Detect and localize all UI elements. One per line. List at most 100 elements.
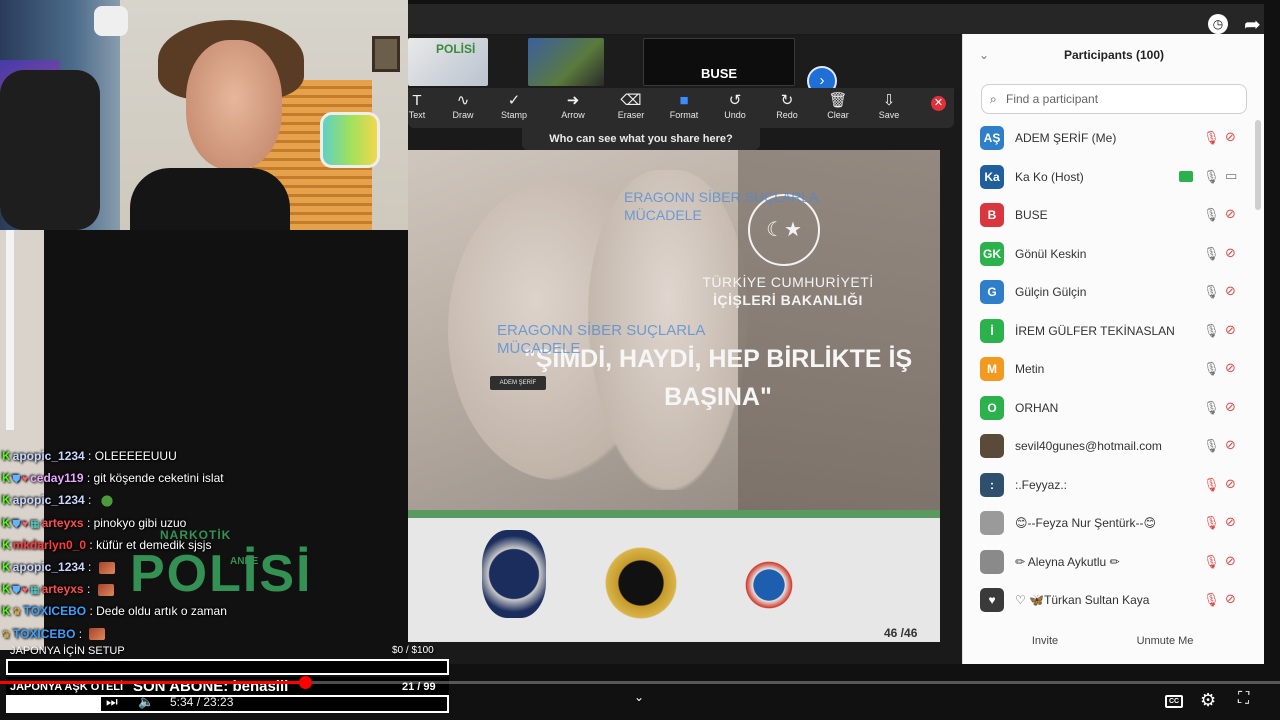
save-icon: ⇩ — [882, 92, 896, 109]
mic-muted-icon[interactable]: 🎙 — [1203, 477, 1220, 493]
chat-text: Dede oldu artık o zaman — [96, 604, 227, 619]
thumbnail-participant[interactable] — [528, 38, 604, 86]
fullscreen-icon[interactable]: ⛶ — [1238, 690, 1249, 708]
chat-emote-icon — [98, 495, 115, 508]
tool-stamp[interactable]: ✓ Stamp — [489, 92, 539, 120]
participant-row[interactable]: Ka Ka Ko (Host) 🎙 ▭ — [963, 159, 1255, 197]
camera-off-icon[interactable]: ⊘ — [1225, 437, 1236, 453]
unmute-me-button[interactable]: Unmute Me — [1125, 630, 1205, 652]
camera-off-icon[interactable]: ⊘ — [1225, 129, 1236, 145]
chat-message: K ⛊ ♥ ceday119 : git köşende ceketini islat — [2, 468, 422, 488]
who-can-see-banner[interactable]: Who can see what you share here? — [522, 128, 760, 150]
academy-emblem-icon — [742, 558, 796, 612]
watch-later-icon[interactable]: ◷ — [1208, 14, 1228, 34]
mic-icon[interactable]: 🎙 — [1203, 438, 1220, 454]
find-participant-box[interactable]: ⌕ — [981, 84, 1247, 114]
volume-icon[interactable]: 🔈 — [138, 694, 154, 710]
participant-row[interactable]: M Metin 🎙 ⊘ — [963, 351, 1255, 389]
chat-emote-icon — [89, 628, 106, 641]
participant-row[interactable]: 😊--Feyza Nur Şentürk--😊 🎙 ⊘ — [963, 505, 1255, 543]
mic-icon[interactable]: 🎙 — [1203, 400, 1220, 416]
stamp-icon: ✓ — [507, 92, 521, 109]
tool-format[interactable]: ■ Format — [659, 92, 709, 120]
camera-off-icon[interactable]: ⊘ — [1225, 476, 1236, 492]
settings-gear-icon[interactable]: ⚙ — [1200, 690, 1216, 711]
mic-icon[interactable]: 🎙 — [1203, 207, 1220, 223]
thumbnail-active-speaker[interactable]: BUSE — [643, 38, 795, 86]
camera-off-icon[interactable]: ⊘ — [1225, 245, 1236, 261]
participant-row[interactable]: G Gülçin Gülçin 🎙 ⊘ — [963, 274, 1255, 312]
camera-off-icon[interactable]: ⊘ — [1225, 553, 1236, 569]
camera-off-icon[interactable]: ⊘ — [1225, 206, 1236, 222]
mic-muted-icon[interactable]: 🎙 — [1203, 130, 1220, 146]
tool-arrow[interactable]: ➜ Arrow — [548, 92, 598, 120]
participant-name: BUSE — [1015, 208, 1048, 222]
shared-slide: ☾★ TÜRKİYE CUMHURİYETİ İÇİŞLERİ BAKANLIĞ… — [408, 150, 940, 642]
police-badge-icon — [482, 530, 546, 618]
participant-row[interactable]: ✏ Aleyna Aykutlu ✏ 🎙 ⊘ — [963, 544, 1255, 582]
camera-off-icon[interactable]: ⊘ — [1225, 591, 1236, 607]
share-icon[interactable]: ➦ — [1244, 12, 1261, 37]
video-progress-bar[interactable] — [0, 676, 1280, 689]
participant-avatar: M — [980, 357, 1004, 381]
chevron-down-icon[interactable]: ⌄ — [634, 690, 644, 704]
mic-muted-icon[interactable]: 🎙 — [1203, 554, 1220, 570]
participants-scrollbar[interactable] — [1255, 120, 1261, 210]
thumbnail-polisi[interactable]: POLİSİ — [408, 38, 488, 86]
camera-off-icon[interactable]: ⊘ — [1225, 360, 1236, 376]
tool-clear[interactable]: 🗑 Clear — [813, 92, 863, 120]
chat-badge-icon: K — [2, 471, 11, 486]
camera-off-icon[interactable]: ⊘ — [1225, 322, 1236, 338]
participant-name: sevil40gunes@hotmail.com — [1015, 439, 1162, 453]
chat-message: K ♛ TOXICEBO : Dede oldu artık o zaman — [2, 601, 422, 621]
chat-username: ceday119 — [30, 471, 84, 486]
participant-name: Metin — [1015, 362, 1045, 376]
slide-page-number: 46 /46 — [884, 626, 918, 640]
tool-save[interactable]: ⇩ Save — [864, 92, 914, 120]
participant-row[interactable]: ::.Feyyaz.: 🎙 ⊘ — [963, 467, 1255, 505]
tool-arrow-label: Arrow — [561, 110, 585, 120]
camera-off-icon[interactable]: ⊘ — [1225, 514, 1236, 530]
active-speaker-name: BUSE — [700, 66, 738, 81]
mic-icon[interactable]: 🎙 — [1203, 169, 1220, 185]
thumbnail-polisi-text: POLİSİ — [436, 42, 476, 56]
camera-off-icon[interactable]: ⊘ — [1225, 283, 1236, 299]
trash-icon: 🗑 — [828, 92, 848, 109]
participant-name: Gülçin Gülçin — [1015, 285, 1087, 299]
tool-draw[interactable]: ∿ Draw — [438, 92, 488, 120]
mic-muted-icon[interactable]: 🎙 — [1203, 515, 1220, 531]
participant-row[interactable]: AŞ ADEM ŞERİF (Me) 🎙 ⊘ — [963, 120, 1255, 158]
tool-undo-label: Undo — [724, 110, 746, 120]
meeting-title-bar — [408, 4, 1264, 34]
mic-icon[interactable]: 🎙 — [1203, 361, 1220, 377]
participant-row[interactable]: ♥ ♡ 🦋Türkan Sultan Kaya 🎙 ⊘ — [963, 582, 1255, 616]
mic-icon[interactable]: 🎙 — [1203, 323, 1220, 339]
chat-message: Kapopic_1234 : — [2, 490, 422, 510]
tool-undo[interactable]: ↺ Undo — [710, 92, 760, 120]
invite-button[interactable]: Invite — [1015, 630, 1075, 652]
mic-icon[interactable]: 🎙 — [1203, 246, 1220, 262]
close-annotation-button[interactable]: ✕ — [931, 96, 946, 111]
mic-muted-icon[interactable]: 🎙 — [1203, 592, 1220, 608]
participant-name: Gönül Keskin — [1015, 246, 1087, 261]
next-video-icon[interactable]: ⏭ — [106, 694, 118, 710]
captions-button[interactable]: CC — [1165, 695, 1183, 708]
participant-row[interactable]: sevil40gunes@hotmail.com 🎙 ⊘ — [963, 428, 1255, 466]
chat-badge-icon: ♥ — [22, 585, 29, 597]
video-scrubber-handle[interactable] — [298, 676, 312, 689]
tool-eraser[interactable]: ⌫ Eraser — [606, 92, 656, 120]
camera-icon[interactable]: ▭ — [1225, 168, 1237, 184]
participant-row[interactable]: B BUSE 🎙 ⊘ — [963, 197, 1255, 235]
participant-avatar: İ — [980, 318, 1004, 343]
meeting-window: POLİSİ BUSE › T Text ∿ Draw ✓ Stamp ➜ Arrow … — [408, 4, 1264, 664]
tool-stamp-label: Stamp — [500, 110, 527, 120]
participant-row[interactable]: GK Gönül Keskin 🎙 ⊘ — [963, 236, 1255, 274]
participant-row[interactable]: İ İREM GÜLFER TEKİNASLAN 🎙 ⊘ — [963, 313, 1255, 351]
mic-icon[interactable]: 🎙 — [1203, 284, 1220, 300]
video-stage[interactable]: POLİSİ BUSE › T Text ∿ Draw ✓ Stamp ➜ Arrow … — [0, 0, 1280, 720]
camera-off-icon[interactable]: ⊘ — [1225, 399, 1236, 415]
chat-badge-icon: K — [2, 449, 11, 463]
find-participant-input[interactable] — [1006, 91, 1236, 107]
participant-row[interactable]: O ORHAN 🎙 ⊘ — [963, 390, 1255, 428]
tool-redo[interactable]: ↻ Redo — [762, 92, 812, 120]
